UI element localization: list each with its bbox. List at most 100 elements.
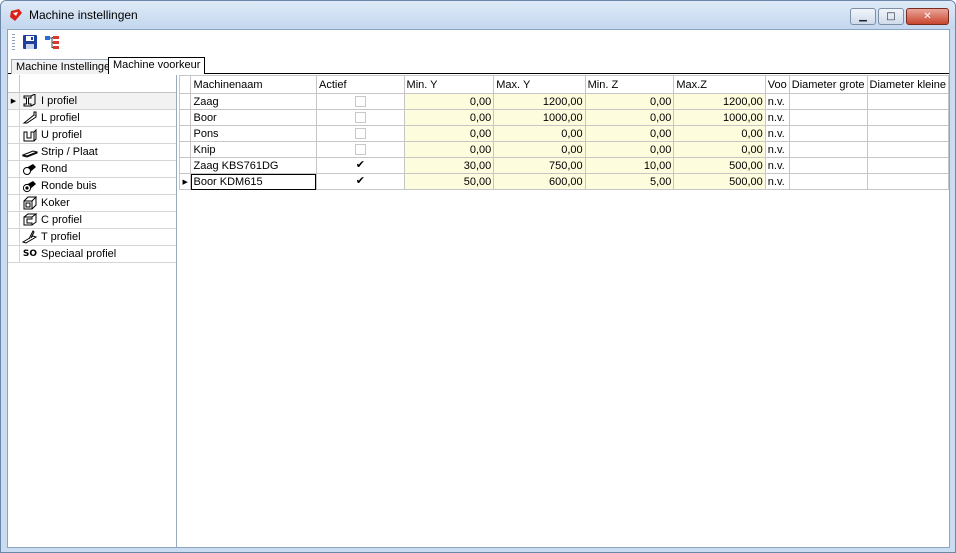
cell-diameter-grote[interactable] <box>788 157 868 174</box>
tree-icon[interactable] <box>42 32 62 52</box>
cell-actief[interactable] <box>315 109 405 126</box>
cell-min-z[interactable]: 0,00 <box>584 93 675 110</box>
cell-diameter-kleine[interactable] <box>866 109 950 126</box>
profile-label: Rond <box>41 163 68 175</box>
cell-max-y[interactable]: 1000,00 <box>493 109 586 126</box>
profile-row-rond[interactable]: Rond <box>8 161 176 178</box>
cell-min-y[interactable]: 50,00 <box>403 173 495 190</box>
profile-list-header <box>8 75 176 93</box>
cell-max-z[interactable]: 500,00 <box>673 173 766 190</box>
table-row[interactable]: Zaag KBS761DG 30,00 750,00 10,00 500,00 … <box>178 157 950 174</box>
actief-checkbox[interactable] <box>354 96 366 108</box>
cell-diameter-kleine[interactable] <box>866 125 950 142</box>
cell-machinenaam[interactable]: Pons <box>190 125 317 142</box>
i-profile-icon <box>22 94 38 108</box>
profile-row-strip[interactable]: Strip / Plaat <box>8 144 176 161</box>
minimize-button[interactable]: ▁ <box>850 8 876 25</box>
cell-diameter-kleine[interactable] <box>866 173 950 190</box>
cell-min-y[interactable]: 30,00 <box>403 157 495 174</box>
cell-max-z[interactable]: 0,00 <box>673 125 766 142</box>
cell-machinenaam[interactable]: Zaag <box>190 93 317 110</box>
profile-row-l[interactable]: L profiel <box>8 110 176 127</box>
cell-voo[interactable]: n.v. <box>764 141 790 158</box>
close-button[interactable]: ✕ <box>906 8 949 25</box>
tab-machine-instellingen[interactable]: Machine Instellingen <box>11 59 122 74</box>
cell-actief[interactable] <box>315 141 405 158</box>
cell-max-y[interactable]: 1200,00 <box>493 93 586 110</box>
cell-min-z[interactable]: 0,00 <box>584 109 675 126</box>
cell-voo[interactable]: n.v. <box>764 173 790 190</box>
profile-list: ▶ I profiel L profiel U profiel Strip / … <box>8 75 177 547</box>
profile-row-u[interactable]: U profiel <box>8 127 176 144</box>
actief-checkbox[interactable] <box>354 175 366 188</box>
cell-max-z[interactable]: 1200,00 <box>673 93 766 110</box>
table-row[interactable]: Boor 0,00 1000,00 0,00 1000,00 n.v. <box>178 109 950 126</box>
col-header-min-z[interactable]: Min. Z <box>584 75 675 94</box>
table-row[interactable]: Pons 0,00 0,00 0,00 0,00 n.v. <box>178 125 950 142</box>
cell-actief[interactable] <box>315 125 405 142</box>
profile-row-koker[interactable]: Koker <box>8 195 176 212</box>
toolbar-grip[interactable] <box>12 34 15 50</box>
cell-min-z[interactable]: 0,00 <box>584 125 675 142</box>
table-row[interactable]: Knip 0,00 0,00 0,00 0,00 n.v. <box>178 141 950 158</box>
col-header-machinenaam[interactable]: Machinenaam <box>190 75 317 94</box>
cell-max-z[interactable]: 1000,00 <box>673 109 766 126</box>
cell-min-y[interactable]: 0,00 <box>403 125 495 142</box>
col-header-min-y[interactable]: Min. Y <box>403 75 495 94</box>
col-header-voo[interactable]: Voo <box>764 75 790 94</box>
maximize-button[interactable]: □ <box>878 8 904 25</box>
cell-diameter-kleine[interactable] <box>866 93 950 110</box>
actief-checkbox[interactable] <box>354 159 366 172</box>
title-bar[interactable]: Machine instellingen ▁ □ ✕ <box>1 1 955 29</box>
cell-diameter-grote[interactable] <box>788 141 868 158</box>
save-icon[interactable] <box>20 32 40 52</box>
cell-diameter-grote[interactable] <box>788 93 868 110</box>
cell-voo[interactable]: n.v. <box>764 93 790 110</box>
col-header-diameter-kleine[interactable]: Diameter kleine <box>866 75 950 94</box>
cell-min-z[interactable]: 10,00 <box>584 157 675 174</box>
cell-machinenaam[interactable]: Zaag KBS761DG <box>190 157 317 174</box>
cell-min-y[interactable]: 0,00 <box>403 141 495 158</box>
cell-machinenaam[interactable]: Boor KDM615 <box>190 173 317 190</box>
col-header-actief[interactable]: Actief <box>315 75 405 94</box>
actief-checkbox[interactable] <box>354 128 366 140</box>
cell-voo[interactable]: n.v. <box>764 125 790 142</box>
cell-min-y[interactable]: 0,00 <box>403 109 495 126</box>
actief-checkbox[interactable] <box>354 112 366 124</box>
cell-max-z[interactable]: 500,00 <box>673 157 766 174</box>
cell-min-z[interactable]: 5,00 <box>584 173 675 190</box>
table-row[interactable]: Zaag 0,00 1200,00 0,00 1200,00 n.v. <box>178 93 950 110</box>
cell-max-y[interactable]: 750,00 <box>493 157 586 174</box>
actief-checkbox[interactable] <box>354 144 366 156</box>
cell-max-y[interactable]: 0,00 <box>493 141 586 158</box>
cell-diameter-grote[interactable] <box>788 125 868 142</box>
cell-diameter-grote[interactable] <box>788 173 868 190</box>
cell-min-y[interactable]: 0,00 <box>403 93 495 110</box>
cell-actief[interactable] <box>315 93 405 110</box>
cell-diameter-grote[interactable] <box>788 109 868 126</box>
cell-diameter-kleine[interactable] <box>866 157 950 174</box>
cell-machinenaam[interactable]: Boor <box>190 109 317 126</box>
table-row-current[interactable]: ▶ Boor KDM615 50,00 600,00 5,00 500,00 n… <box>178 173 950 190</box>
cell-voo[interactable]: n.v. <box>764 157 790 174</box>
cell-max-z[interactable]: 0,00 <box>673 141 766 158</box>
cell-machinenaam[interactable]: Knip <box>190 141 317 158</box>
col-header-diameter-grote[interactable]: Diameter grote <box>788 75 868 94</box>
profile-row-i[interactable]: ▶ I profiel <box>8 93 176 110</box>
col-header-max-z[interactable]: Max.Z <box>673 75 766 94</box>
c-profile-icon <box>22 213 38 227</box>
cell-max-y[interactable]: 600,00 <box>493 173 586 190</box>
profile-row-c[interactable]: C profiel <box>8 212 176 229</box>
cell-actief[interactable] <box>315 173 405 190</box>
cell-actief[interactable] <box>315 157 405 174</box>
profile-row-speciaal[interactable]: SO Speciaal profiel <box>8 246 176 263</box>
cell-min-z[interactable]: 0,00 <box>584 141 675 158</box>
cell-voo[interactable]: n.v. <box>764 109 790 126</box>
tab-machine-voorkeur[interactable]: Machine voorkeur <box>108 57 206 74</box>
col-header-max-y[interactable]: Max. Y <box>493 75 586 94</box>
profile-row-ronde-buis[interactable]: Ronde buis <box>8 178 176 195</box>
cell-max-y[interactable]: 0,00 <box>493 125 586 142</box>
profile-row-t[interactable]: T profiel <box>8 229 176 246</box>
t-profile-icon <box>22 230 38 244</box>
cell-diameter-kleine[interactable] <box>866 141 950 158</box>
